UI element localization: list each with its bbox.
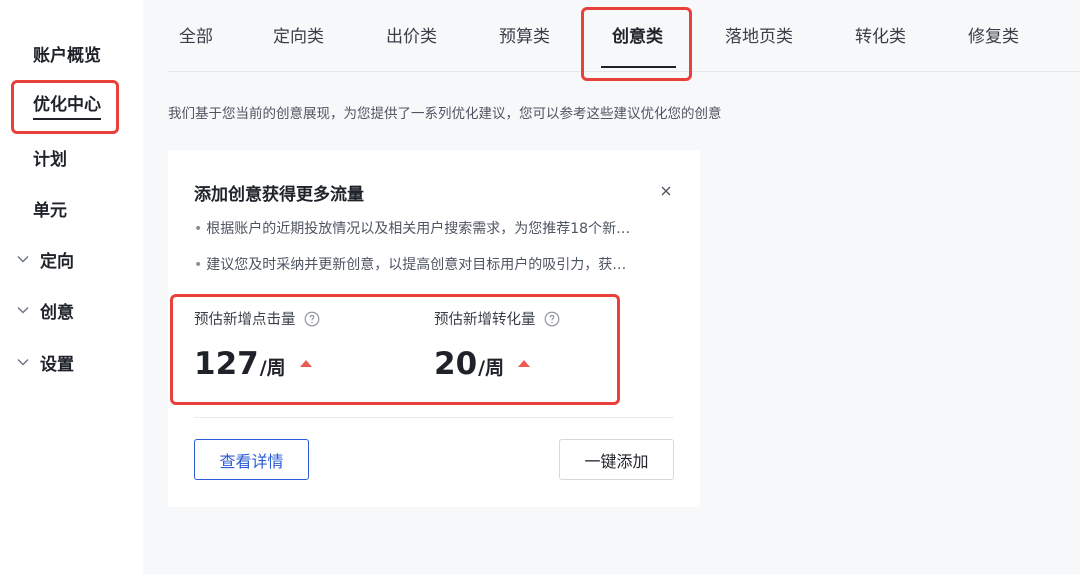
sidebar-item-label: 计划 — [33, 149, 67, 170]
metric-unit: /周 — [478, 357, 505, 379]
bullet-dot: • — [194, 257, 203, 273]
tab-conversion[interactable]: 转化类 — [855, 22, 906, 47]
tab-repair[interactable]: 修复类 — [968, 22, 1019, 47]
tab-bidding[interactable]: 出价类 — [386, 22, 437, 47]
sidebar-item-label: 定向 — [40, 251, 74, 272]
metric-clicks-label: 预估新增点击量 — [194, 308, 320, 329]
sidebar-item-settings[interactable]: 设置 — [0, 342, 143, 382]
help-icon[interactable] — [304, 311, 320, 327]
bullet-text: 根据账户的近期投放情况以及相关用户搜索需求，为您推荐18个新… — [206, 221, 631, 237]
active-tab-indicator — [601, 66, 676, 68]
metric-unit: /周 — [259, 357, 286, 379]
metric-number: 127 — [194, 346, 259, 382]
tab-creative[interactable]: 创意类 — [612, 22, 663, 47]
sidebar-item-optimization-center[interactable]: 优化中心 — [0, 82, 143, 122]
divider — [194, 417, 674, 418]
suggestion-bullet: • 建议您及时采纳并更新创意，以提高创意对目标用户的吸引力，获… — [194, 254, 674, 274]
sidebar-item-creative[interactable]: 创意 — [0, 290, 143, 330]
suggestion-bullet: • 根据账户的近期投放情况以及相关用户搜索需求，为您推荐18个新… — [194, 218, 674, 238]
bullet-dot: • — [194, 221, 203, 237]
sidebar-item-plans[interactable]: 计划 — [0, 137, 143, 177]
view-details-button[interactable]: 查看详情 — [194, 439, 309, 480]
sidebar-item-label: 单元 — [33, 200, 67, 221]
sidebar-item-account-overview[interactable]: 账户概览 — [0, 33, 143, 73]
metric-number: 20 — [434, 346, 478, 382]
card-title: 添加创意获得更多流量 — [194, 185, 364, 205]
tab-all[interactable]: 全部 — [179, 22, 213, 47]
trend-up-icon — [299, 360, 312, 367]
suggestion-card: 添加创意获得更多流量 • 根据账户的近期投放情况以及相关用户搜索需求，为您推荐18… — [168, 150, 700, 507]
chevron-down-icon — [16, 252, 30, 266]
help-icon[interactable] — [544, 311, 560, 327]
tab-landing-page[interactable]: 落地页类 — [725, 22, 793, 47]
sidebar-item-units[interactable]: 单元 — [0, 188, 143, 228]
tab-targeting[interactable]: 定向类 — [273, 22, 324, 47]
trend-up-icon — [518, 360, 531, 367]
metric-conversions-value: 20 /周 — [434, 346, 531, 382]
sidebar-item-label: 优化中心 — [33, 90, 101, 120]
sidebar-item-targeting[interactable]: 定向 — [0, 239, 143, 279]
main-content: 全部 定向类 出价类 预算类 创意类 落地页类 转化类 修复类 我们基于您当前的… — [143, 0, 1080, 574]
metric-clicks-value: 127 /周 — [194, 346, 312, 382]
close-icon[interactable] — [658, 183, 674, 199]
sidebar-item-label: 创意 — [40, 302, 74, 323]
tab-budget[interactable]: 预算类 — [499, 22, 550, 47]
sidebar-item-label: 账户概览 — [33, 45, 101, 66]
metric-label-text: 预估新增点击量 — [194, 312, 296, 328]
sidebar: 账户概览 优化中心 计划 单元 定向 创意 设置 — [0, 0, 143, 574]
chevron-down-icon — [16, 355, 30, 369]
chevron-down-icon — [16, 303, 30, 317]
intro-text: 我们基于您当前的创意展现，为您提供了一系列优化建议，您可以参考这些建议优化您的创… — [168, 106, 722, 122]
metric-conversions-label: 预估新增转化量 — [434, 308, 560, 329]
add-all-button[interactable]: 一键添加 — [559, 439, 674, 480]
sidebar-item-label: 设置 — [40, 354, 74, 375]
category-tabs: 全部 定向类 出价类 预算类 创意类 落地页类 转化类 修复类 — [168, 0, 1080, 72]
bullet-text: 建议您及时采纳并更新创意，以提高创意对目标用户的吸引力，获… — [206, 257, 627, 273]
metric-label-text: 预估新增转化量 — [434, 312, 536, 328]
